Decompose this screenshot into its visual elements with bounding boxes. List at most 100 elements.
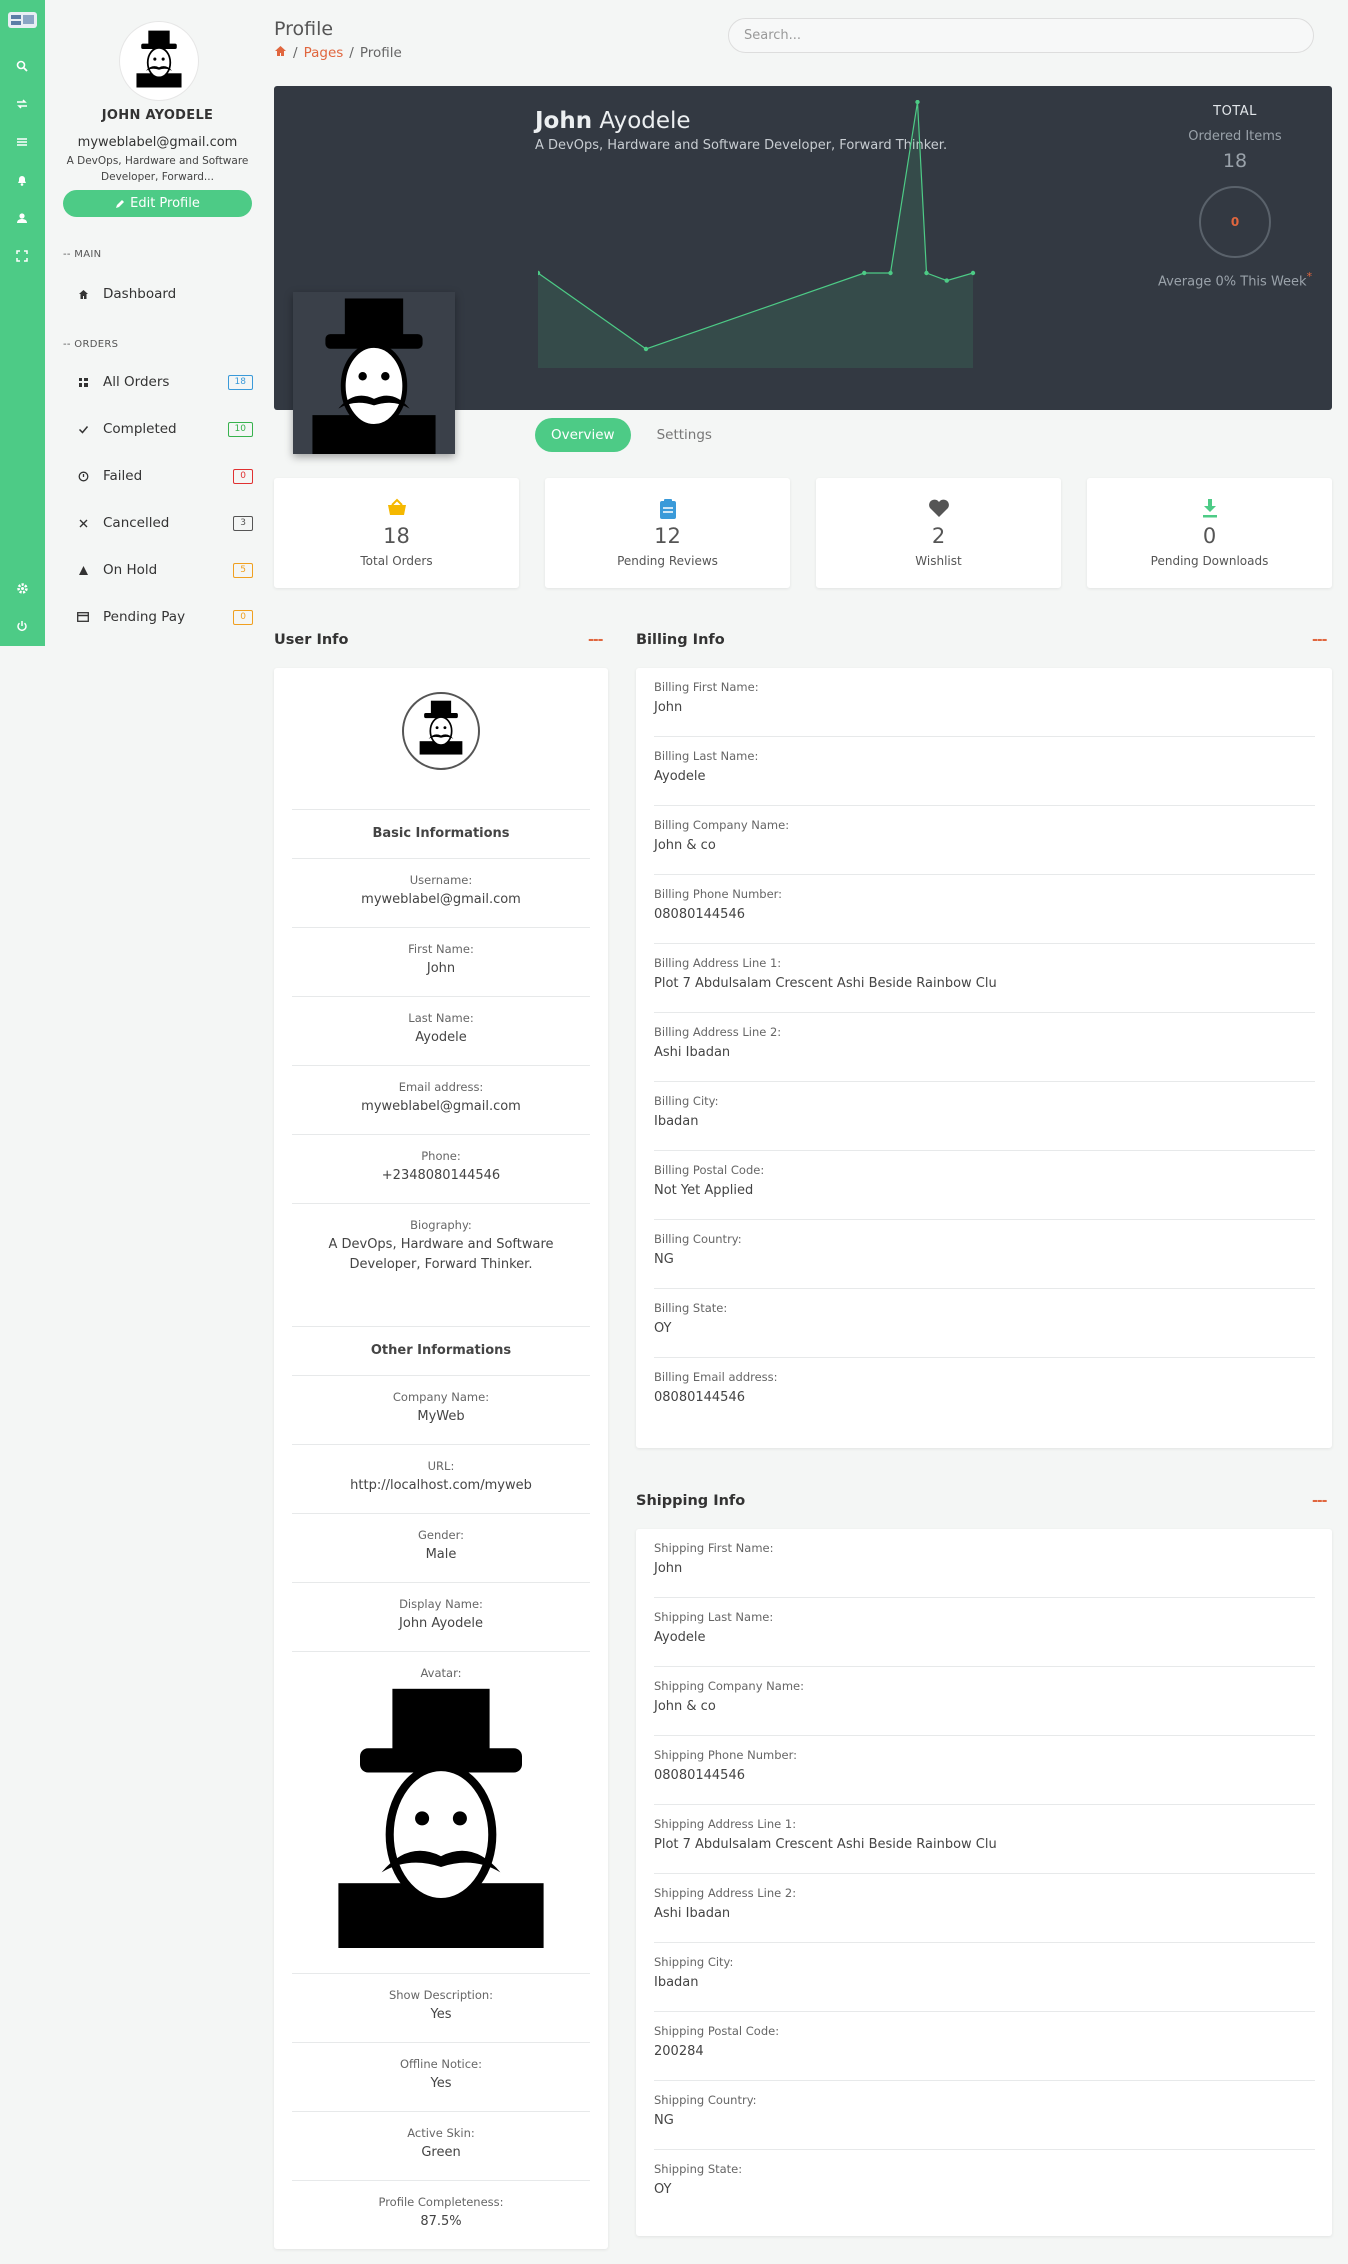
chart-point-7: [970, 270, 976, 276]
billing-info-menu-button[interactable]: ---: [1312, 632, 1327, 648]
tab-settings[interactable]: Settings: [641, 418, 728, 452]
sidebar-item-all-orders[interactable]: All Orders 18: [75, 369, 255, 395]
ordered-items-label: Ordered Items: [1188, 129, 1282, 144]
chart-point-5: [924, 270, 929, 276]
heart-icon: [816, 498, 1061, 518]
check-icon: [75, 424, 91, 435]
billing-row: Billing Company Name: John & co: [654, 806, 1315, 875]
sidebar-item-pending-pay[interactable]: Pending Pay 0: [75, 604, 255, 630]
sidebar-item-dashboard[interactable]: Dashboard: [75, 281, 255, 307]
info-row-biography: Biography: A DevOps, Hardware and Softwar…: [292, 1203, 590, 1326]
basic-info-heading: Basic Informations: [292, 809, 590, 858]
info-row-avatar: Avatar:: [292, 1651, 590, 1973]
stat-value: 2: [931, 524, 946, 548]
stat-value: 12: [654, 524, 681, 548]
sidebar-item-failed[interactable]: Failed 0: [75, 463, 255, 489]
stat-label: Pending Reviews: [617, 554, 718, 568]
stat-label: Wishlist: [915, 554, 962, 568]
breadcrumb-current: Profile: [359, 45, 402, 61]
breadcrumb-link-pages[interactable]: Pages: [304, 45, 344, 61]
billing-row: Billing Address Line 1: Plot 7 Abdulsalam…: [654, 944, 1315, 1013]
avatar-image[interactable]: [306, 1678, 576, 1948]
sidebar-item-label: On Hold: [103, 562, 158, 578]
shipping-row: Shipping Address Line 1: Plot 7 Abdulsala…: [654, 1805, 1315, 1874]
download-icon: [1087, 498, 1332, 518]
user-icon[interactable]: [11, 207, 33, 229]
chart-point-3: [888, 270, 893, 276]
stat-label: Pending Downloads: [1150, 554, 1269, 568]
bell-icon[interactable]: [11, 169, 33, 191]
list-icon[interactable]: [11, 131, 33, 153]
app-logo[interactable]: [6, 8, 39, 32]
stat-value: 18: [383, 524, 410, 548]
tab-overview[interactable]: Overview: [535, 418, 631, 452]
fullscreen-icon[interactable]: [11, 245, 33, 267]
info-row-username: Username: myweblabel@gmail.com: [292, 858, 590, 927]
progress-ring: 0: [1199, 186, 1271, 258]
sidebar-item-label: All Orders: [103, 374, 170, 390]
home-icon[interactable]: [274, 45, 287, 61]
stat-card-total-orders[interactable]: 18 Total Orders: [274, 478, 519, 588]
other-info-heading: Other Informations: [292, 1326, 590, 1375]
basket-icon: [274, 498, 519, 516]
hero-avatar[interactable]: [293, 292, 455, 454]
user-info-title: User Info: [274, 632, 349, 648]
gear-icon[interactable]: [11, 577, 33, 599]
shipping-row: Shipping City: Ibadan: [654, 1943, 1315, 2012]
clipboard-icon: [545, 498, 790, 520]
info-row-show-description: Show Description: Yes: [292, 1973, 590, 2042]
sidebar-avatar[interactable]: [120, 22, 198, 100]
ring-value: 0: [1230, 215, 1240, 229]
count-badge: 5: [233, 563, 253, 578]
sidebar-item-on-hold[interactable]: On Hold 5: [75, 557, 255, 583]
info-row-url: URL: http://localhost.com/myweb: [292, 1444, 590, 1513]
sidebar-user-email: myweblabel@gmail.com: [77, 135, 238, 150]
shipping-row: Shipping Country: NG: [654, 2081, 1315, 2150]
sidebar-item-cancelled[interactable]: Cancelled 3: [75, 510, 255, 536]
home-icon: [75, 289, 91, 300]
shipping-row: Shipping Company Name: John & co: [654, 1667, 1315, 1736]
info-row-gender: Gender: Male: [292, 1513, 590, 1582]
sidebar-user-bio: A DevOps, Hardware and Software Develope…: [66, 155, 249, 183]
count-badge: 0: [233, 469, 253, 484]
page-title: Profile: [274, 18, 334, 40]
billing-info-title: Billing Info: [636, 632, 725, 648]
close-icon: [75, 518, 91, 529]
info-row-first-name: First Name: John: [292, 927, 590, 996]
sidebar-item-completed[interactable]: Completed 10: [75, 416, 255, 442]
info-row-phone: Phone: +2348080144546: [292, 1134, 590, 1203]
icon-rail: [0, 0, 45, 646]
stat-card-pending-reviews[interactable]: 12 Pending Reviews: [545, 478, 790, 588]
stat-card-wishlist[interactable]: 2 Wishlist: [816, 478, 1061, 588]
search-input[interactable]: Search...: [728, 18, 1314, 53]
breadcrumb-separator: /: [293, 45, 298, 61]
chart-point-4: [915, 100, 920, 105]
info-row-company: Company Name: MyWeb: [292, 1375, 590, 1444]
power-icon[interactable]: [11, 615, 33, 637]
count-badge: 18: [227, 375, 253, 390]
chart-point-2: [862, 270, 867, 276]
shipping-row: Shipping First Name: John: [654, 1529, 1315, 1598]
shipping-info-card: Shipping First Name: John Shipping Last N…: [636, 1529, 1332, 2236]
shipping-row: Shipping Postal Code: 200284: [654, 2012, 1315, 2081]
shipping-info-title: Shipping Info: [636, 1493, 746, 1509]
transfer-icon[interactable]: [11, 93, 33, 115]
shipping-info-menu-button[interactable]: ---: [1312, 1493, 1327, 1509]
main-section-label: -- MAIN: [63, 249, 102, 260]
user-info-avatar[interactable]: [402, 692, 480, 770]
user-info-menu-button[interactable]: ---: [588, 632, 603, 648]
billing-row: Billing City: Ibadan: [654, 1082, 1315, 1151]
breadcrumb-separator: /: [349, 45, 354, 61]
stat-card-pending-downloads[interactable]: 0 Pending Downloads: [1087, 478, 1332, 588]
hero-stats: TOTAL Ordered Items 18 0 Average 0% This…: [1150, 104, 1320, 289]
shipping-row: Shipping Last Name: Ayodele: [654, 1598, 1315, 1667]
activity-chart: [538, 100, 976, 368]
search-icon[interactable]: [11, 55, 33, 77]
billing-row: Billing Country: NG: [654, 1220, 1315, 1289]
grid-icon: [75, 377, 91, 388]
count-badge: 0: [233, 610, 253, 625]
edit-profile-button[interactable]: Edit Profile: [63, 190, 252, 217]
ordered-items-value: 18: [1222, 150, 1248, 172]
profile-hero: John Ayodele A DevOps, Hardware and Soft…: [274, 86, 1332, 454]
sidebar-user-name: JOHN AYODELE: [101, 108, 214, 123]
